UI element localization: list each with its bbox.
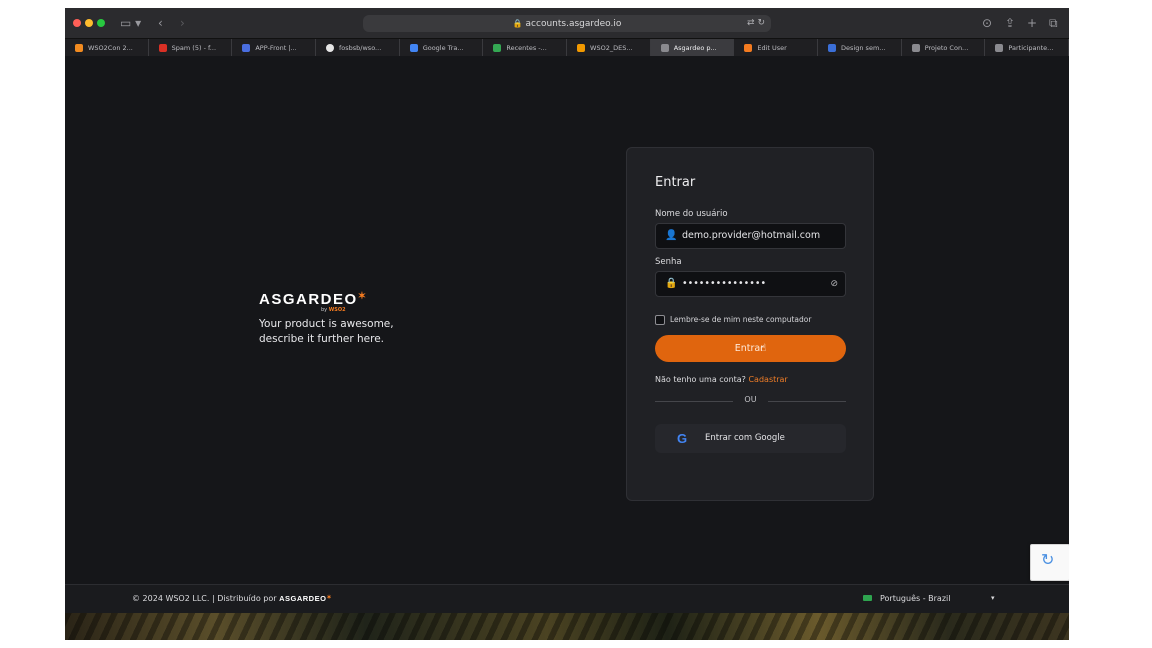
tab-label: WSO2Con 2...: [88, 44, 133, 52]
recaptcha-icon: ↻: [1041, 550, 1055, 569]
tab-wso2-des[interactable]: WSO2_DES...: [567, 39, 651, 57]
tab-label: Spam (5) - f...: [171, 44, 217, 52]
tab-label: Google Tra...: [422, 44, 464, 52]
favicon: [577, 44, 586, 52]
password-lock-icon: 🔒: [665, 278, 678, 289]
url-text: accounts.asgardeo.io: [525, 19, 622, 29]
sidebar-icon[interactable]: ▭ ▾: [120, 15, 141, 31]
lock-icon: 🔒: [512, 19, 523, 28]
tab-label: Projeto Con...: [924, 44, 969, 52]
tab-wso2con[interactable]: WSO2Con 2...: [65, 39, 149, 57]
language-label: Português - Brazil: [880, 594, 951, 603]
wso2-text: WSO2: [328, 307, 346, 313]
address-bar[interactable]: 🔒 accounts.asgardeo.io ⇄ ↻: [363, 15, 771, 32]
tab-edit-user[interactable]: Edit User: [734, 39, 819, 57]
no-account-text: Não tenho uma conta?: [655, 375, 746, 384]
tab-label: Asgardeo p...: [673, 44, 717, 52]
user-icon: 👤: [665, 230, 678, 241]
tab-projeto[interactable]: Projeto Con...: [902, 39, 986, 57]
tab-label: Design sem...: [841, 44, 886, 52]
zoom-window-button[interactable]: [97, 19, 105, 27]
tab-design[interactable]: Design sem...: [818, 39, 902, 57]
register-link[interactable]: Cadastrar: [748, 375, 787, 384]
copyright: © 2024 WSO2 LLC. | Distribuído por ASGAR…: [132, 594, 332, 603]
username-value: demo.provider@hotmail.com: [682, 230, 821, 241]
tab-label: WSO2_DES...: [590, 44, 633, 52]
remember-me-label[interactable]: Lembre-se de mim neste computador: [670, 315, 811, 324]
close-window-button[interactable]: [73, 19, 81, 27]
submit-button[interactable]: Entrar☝: [655, 335, 846, 362]
tab-label: Participante...: [1008, 44, 1054, 52]
google-label: Entrar com Google: [705, 433, 785, 443]
footer-logo: ASGARDEO✶: [279, 594, 332, 603]
tab-bar: WSO2Con 2... Spam (5) - f... APP-Front |…: [65, 38, 1069, 57]
translate-icon[interactable]: ⇄ ↻: [747, 15, 765, 32]
favicon: [326, 44, 335, 52]
username-field[interactable]: 👤 demo.provider@hotmail.com: [655, 223, 846, 249]
favicon: [744, 44, 753, 52]
eye-off-icon[interactable]: ⊘: [830, 272, 838, 296]
favicon: [158, 44, 167, 52]
tab-label: APP-Front |...: [255, 44, 297, 52]
or-text: OU: [744, 395, 757, 404]
favicon: [75, 44, 83, 52]
favicon: [995, 44, 1004, 52]
page-footer: © 2024 WSO2 LLC. | Distribuído por ASGAR…: [65, 584, 1069, 613]
caret-down-icon[interactable]: ▾: [991, 594, 995, 602]
footer-logo-star-icon: ✶: [326, 595, 332, 601]
tab-label: fosbsb/wso...: [339, 44, 382, 52]
tab-recentes[interactable]: Recentes -...: [483, 39, 568, 57]
password-label: Senha: [655, 257, 682, 267]
browser-title-bar: ▭ ▾ ‹ › 🔒 accounts.asgardeo.io ⇄ ↻ ⊙ ⇪ + …: [65, 8, 1069, 38]
signup-prompt: Não tenho uma conta? Cadastrar: [655, 375, 788, 384]
google-signin-button[interactable]: G Entrar com Google: [655, 424, 846, 453]
flag-icon: [863, 595, 872, 601]
tab-asgardeo[interactable]: Asgardeo p...: [650, 39, 735, 57]
tab-google-translate[interactable]: Google Tra...: [400, 39, 484, 57]
tab-github[interactable]: fosbsb/wso...: [316, 39, 400, 57]
login-card: Entrar Nome do usuário 👤 demo.provider@h…: [626, 147, 874, 501]
favicon: [242, 44, 251, 52]
tab-spam[interactable]: Spam (5) - f...: [149, 39, 233, 57]
favicon: [911, 44, 920, 52]
footer-logo-text: ASGARDEO: [279, 594, 327, 603]
language-selector[interactable]: Português - Brazil: [863, 594, 950, 603]
login-title: Entrar: [655, 175, 696, 190]
logo-star-icon: ✶: [357, 291, 368, 302]
pointer-cursor-icon: ☝: [760, 343, 767, 354]
browser-window: ▭ ▾ ‹ › 🔒 accounts.asgardeo.io ⇄ ↻ ⊙ ⇪ + …: [65, 8, 1069, 640]
logo-text: ASGARDEO: [259, 291, 358, 308]
or-divider: OU: [655, 395, 846, 407]
brand-block: ASGARDEO✶ by WSO2 Your product is awesom…: [259, 291, 409, 346]
login-page: ASGARDEO✶ by WSO2 Your product is awesom…: [65, 56, 1069, 584]
google-icon: G: [677, 431, 688, 446]
recaptcha-badge[interactable]: ↻: [1030, 544, 1069, 581]
tabs-overview-icon[interactable]: ⧉: [1049, 15, 1058, 31]
tab-participantes[interactable]: Participante...: [985, 39, 1069, 57]
forward-icon[interactable]: ›: [180, 15, 185, 31]
password-value: •••••••••••••••: [682, 278, 767, 289]
remember-me-checkbox[interactable]: [655, 315, 665, 325]
favicon: [828, 44, 837, 52]
share-icon[interactable]: ⇪: [1005, 15, 1015, 31]
asgardeo-logo: ASGARDEO✶: [259, 291, 409, 308]
desktop-background: [65, 613, 1069, 640]
password-field[interactable]: 🔒 ••••••••••••••• ⊘: [655, 271, 846, 297]
divider-line-right: [768, 401, 846, 402]
copyright-text: © 2024 WSO2 LLC. | Distribuído por: [132, 594, 277, 603]
minimize-window-button[interactable]: [85, 19, 93, 27]
favicon: [660, 44, 669, 52]
favicon: [493, 44, 502, 52]
brand-tagline: Your product is awesome, describe it fur…: [259, 318, 394, 345]
tab-app-front[interactable]: APP-Front |...: [232, 39, 317, 57]
new-tab-icon[interactable]: +: [1027, 15, 1037, 31]
by-text: by: [321, 307, 328, 313]
back-icon[interactable]: ‹: [158, 15, 163, 31]
tab-label: Edit User: [757, 44, 787, 52]
favicon: [409, 44, 418, 52]
tab-label: Recentes -...: [506, 44, 547, 52]
username-label: Nome do usuário: [655, 209, 728, 219]
download-icon[interactable]: ⊙: [982, 15, 992, 31]
